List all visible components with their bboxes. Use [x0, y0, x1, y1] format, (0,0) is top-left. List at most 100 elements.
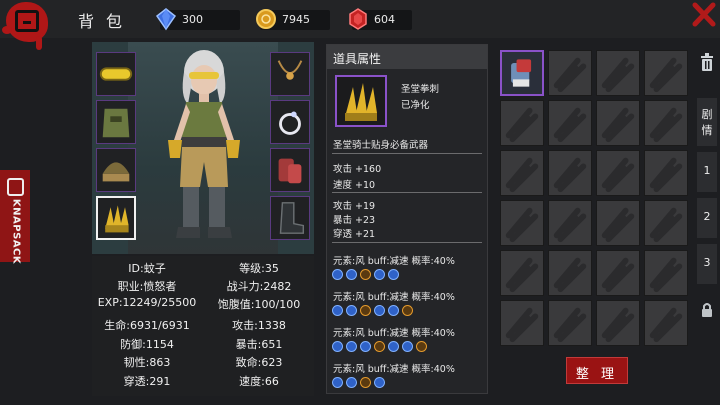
inventory-slot-empty[interactable] [644, 50, 688, 96]
item-base-stat: 速度 +10 [333, 180, 376, 191]
inventory-slot-empty[interactable] [644, 200, 688, 246]
bomb-buff-icon [416, 341, 427, 352]
scratch-placeholder-icon [601, 207, 635, 243]
scratch-placeholder-icon [601, 307, 635, 343]
inventory-slot-empty[interactable] [644, 300, 688, 346]
gloves-icon [278, 158, 302, 184]
character-panel [92, 42, 314, 254]
item-buff-line: 元素:风 buff:减速 概率:40% [333, 364, 455, 375]
wind-buff-icon [374, 305, 385, 316]
item-bonus-stat: 暴击 +23 [333, 215, 376, 226]
inventory-slot-empty[interactable] [596, 250, 640, 296]
inventory-slot-empty[interactable] [596, 200, 640, 246]
scratch-placeholder-icon [505, 307, 539, 343]
item-state: 已净化 [401, 100, 430, 111]
gem-count: 300 [182, 13, 203, 26]
scratch-placeholder-icon [505, 157, 539, 193]
inventory-slot-empty[interactable] [596, 150, 640, 196]
inventory-slot-empty[interactable] [548, 150, 592, 196]
inventory-slot-empty[interactable] [500, 250, 544, 296]
wind-buff-icon [346, 305, 357, 316]
buff-icon-row [332, 305, 416, 317]
tab-3[interactable]: 3 [697, 244, 717, 284]
bomb-buff-icon [360, 377, 371, 388]
inventory-slot-empty[interactable] [500, 100, 544, 146]
wind-buff-icon [402, 341, 413, 352]
gold-coin-icon [256, 9, 276, 29]
scratch-placeholder-icon [553, 307, 587, 343]
inventory-slot-empty[interactable] [644, 100, 688, 146]
tab-story[interactable]: 剧情 [697, 98, 717, 146]
item-bonus-stat: 穿透 +21 [333, 229, 376, 240]
tab-2[interactable]: 2 [697, 198, 717, 238]
inventory-slot-empty[interactable] [596, 50, 640, 96]
scratch-placeholder-icon [601, 107, 635, 143]
inventory-slot-empty[interactable] [500, 200, 544, 246]
inventory-slot-empty[interactable] [500, 300, 544, 346]
wind-buff-icon [360, 341, 371, 352]
wind-buff-icon [332, 341, 343, 352]
scratch-placeholder-icon [649, 207, 683, 243]
wind-buff-icon [374, 377, 385, 388]
inventory-slot-empty[interactable] [548, 50, 592, 96]
inventory-slot-empty[interactable] [548, 300, 592, 346]
sort-button[interactable]: 整 理 [566, 357, 628, 384]
inventory-slot-empty[interactable] [596, 300, 640, 346]
red-crystal-icon [349, 8, 367, 30]
page-title: 背包 [78, 12, 135, 31]
item-buff-line: 元素:风 buff:减速 概率:40% [333, 256, 455, 267]
inventory-slot-empty[interactable] [644, 150, 688, 196]
equip-slot-weapon[interactable] [96, 196, 136, 240]
stat-toughness: 韧性:863 [123, 356, 171, 369]
inventory-slot-empty[interactable] [548, 200, 592, 246]
equip-slot-helmet[interactable] [96, 148, 136, 192]
scratch-placeholder-icon [601, 157, 635, 193]
inventory-slot-item[interactable] [500, 50, 544, 96]
wind-buff-icon [374, 269, 385, 280]
stat-attack: 攻击:1338 [232, 319, 286, 332]
ring-icon [279, 111, 301, 135]
item-bonus-stat: 攻击 +19 [333, 201, 376, 212]
inventory-slot-empty[interactable] [644, 250, 688, 296]
equip-slot-boots[interactable] [270, 196, 310, 240]
coin-counter: 7945 [256, 9, 330, 30]
lock-icon[interactable] [700, 302, 714, 318]
stat-defense: 防御:1154 [120, 338, 174, 351]
scratch-placeholder-icon [553, 107, 587, 143]
boots-icon [279, 202, 305, 234]
armor-vest-icon [102, 108, 130, 138]
tab-2-label: 2 [703, 210, 711, 223]
backpack-icon[interactable] [2, 2, 50, 50]
tab-1[interactable]: 1 [697, 152, 717, 192]
equip-slot-necklace[interactable] [270, 52, 310, 96]
wind-buff-icon [346, 377, 357, 388]
divider [332, 153, 482, 154]
ruby-count: 604 [374, 13, 395, 26]
tab-3-label: 3 [703, 256, 711, 269]
wind-buff-icon [332, 305, 343, 316]
trash-icon[interactable] [699, 52, 715, 72]
inventory-slot-empty[interactable] [548, 100, 592, 146]
stat-hp: 生命:6931/6931 [104, 319, 190, 332]
knuckle-claw-icon [345, 83, 377, 121]
inventory-slot-empty[interactable] [596, 100, 640, 146]
close-icon[interactable] [692, 2, 716, 28]
knuckle-claw-icon [105, 205, 129, 233]
knapsack-tab[interactable]: KNAPSACK [0, 170, 30, 264]
gem-counter: 300 [155, 8, 240, 31]
stat-job: 职业:愤怒者 [117, 280, 177, 293]
character-figure [168, 50, 240, 238]
bomb-buff-icon [360, 305, 371, 316]
knapsack-tab-label: KNAPSACK [10, 198, 22, 265]
inventory-slot-empty[interactable] [548, 250, 592, 296]
scratch-placeholder-icon [649, 57, 683, 93]
item-buff-line: 元素:风 buff:减速 概率:40% [333, 292, 455, 303]
equip-slot-ring[interactable] [270, 100, 310, 144]
divider [332, 242, 482, 243]
equip-slot-gloves[interactable] [270, 148, 310, 192]
equip-slot-armor[interactable] [96, 100, 136, 144]
equip-slot-goggles[interactable] [96, 52, 136, 96]
stat-speed: 速度:66 [239, 375, 279, 388]
inventory-slot-empty[interactable] [500, 150, 544, 196]
blue-gem-icon [155, 8, 177, 31]
